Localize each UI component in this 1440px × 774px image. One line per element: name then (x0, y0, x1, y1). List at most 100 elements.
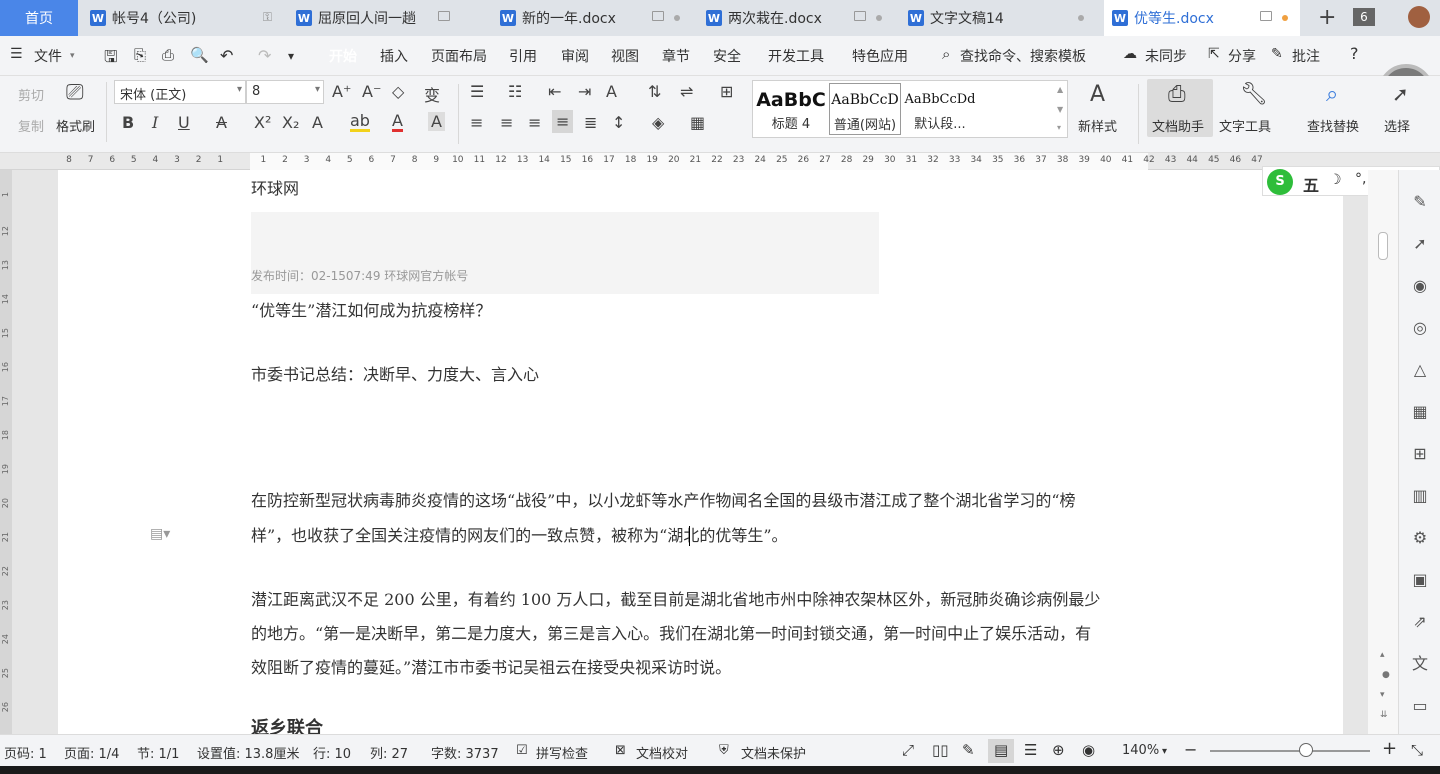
menu-file[interactable]: 文件 (34, 46, 62, 66)
align-left-icon[interactable]: ≡ (470, 113, 483, 132)
scroll-down-icon[interactable]: ▾ (1380, 690, 1385, 700)
menu-insert[interactable]: 插入 (380, 46, 408, 66)
shading-icon[interactable]: ◈ (652, 113, 664, 132)
command-search[interactable]: 查找命令、搜索模板 (960, 46, 1086, 66)
word-count[interactable]: 字数: 3737 (431, 743, 499, 762)
style-default-paragraph[interactable]: AaBbCcDd 默认段... (903, 83, 977, 135)
hamburger-icon[interactable]: ☰ (10, 46, 23, 62)
menu-chapter[interactable]: 章节 (662, 46, 690, 66)
fit-window-icon[interactable]: ⤡ (1411, 741, 1423, 759)
select-label[interactable]: 选择 (1384, 116, 1410, 135)
show-marks-icon[interactable]: ⇌ (680, 82, 693, 101)
text-tools-label[interactable]: 文字工具 (1219, 116, 1271, 135)
scroll-up-icon[interactable]: ▴ (1380, 650, 1385, 660)
print-icon[interactable]: ⎙ (162, 46, 174, 64)
gallery-more-icon[interactable]: ▾ (1057, 123, 1061, 132)
gallery-down-icon[interactable]: ▼ (1057, 105, 1063, 114)
phonetic-icon[interactable]: 变 (424, 82, 440, 106)
increase-indent-icon[interactable]: ⇥ (578, 82, 591, 101)
menu-review[interactable]: 审阅 (561, 46, 589, 66)
menu-start[interactable]: 开始 (329, 46, 357, 66)
punctuation-icon[interactable]: °, (1355, 171, 1366, 187)
tab-document-active[interactable]: W 优等生.docx (1104, 0, 1300, 36)
proofread-button[interactable]: 文档校对 (636, 743, 688, 762)
font-grow-icon[interactable]: A⁺ (332, 82, 351, 101)
help-icon[interactable]: ? (1350, 44, 1359, 63)
table-border-icon[interactable]: ⊞ (720, 82, 733, 101)
font-shrink-icon[interactable]: A⁻ (362, 82, 381, 101)
menu-view[interactable]: 视图 (611, 46, 639, 66)
print-preview-icon[interactable]: 🔍 (190, 46, 209, 64)
wrench-icon[interactable]: 🔧︎ (1240, 82, 1268, 107)
page-count[interactable]: 页面: 1/4 (64, 743, 119, 762)
col-info[interactable]: 列: 27 (370, 743, 408, 762)
tab-document[interactable]: W 文字文稿14 (900, 0, 1096, 36)
font-size-select[interactable]: 8 (246, 80, 324, 104)
comment-button[interactable]: 批注 (1292, 46, 1320, 66)
avatar[interactable] (1408, 6, 1430, 28)
outline-view-icon[interactable]: ☰ (1024, 741, 1037, 759)
menu-page-layout[interactable]: 页面布局 (431, 46, 487, 66)
sort-icon[interactable]: ⇅ (648, 82, 661, 101)
copy-label[interactable]: 复制 (18, 116, 44, 135)
read-mode-icon[interactable]: ▯▯ (932, 741, 949, 759)
search-icon[interactable]: ⌕ (942, 45, 950, 63)
vertical-ruler[interactable]: 1 12 13 14 15 16 17 18 19 20 21 22 23 24 25 26 (0, 170, 12, 734)
style-normal-web[interactable]: AaBbCcD 普通(网站) (829, 83, 901, 135)
moon-icon[interactable]: ☽ (1329, 172, 1342, 188)
justify-icon[interactable]: ≡ (552, 110, 574, 133)
strikethrough-icon[interactable]: A (216, 113, 227, 132)
table-icon[interactable]: ▦ (1410, 402, 1430, 422)
line-spacing-icon[interactable]: ↕ (612, 113, 625, 132)
sogou-ime-icon[interactable]: S (1267, 169, 1293, 195)
text-effect-icon[interactable]: A (312, 113, 323, 132)
zoom-slider-knob[interactable] (1299, 743, 1313, 757)
align-right-icon[interactable]: ≡ (528, 113, 541, 132)
redo-icon[interactable]: ↷ (258, 46, 271, 65)
font-color-icon[interactable]: A (392, 113, 403, 132)
share-button[interactable]: 分享 (1228, 46, 1256, 66)
chevron-down-icon[interactable]: ▾ (288, 49, 294, 63)
menu-developer[interactable]: 开发工具 (768, 46, 824, 66)
zoom-in-icon[interactable]: + (1382, 738, 1397, 759)
style-heading4[interactable]: AaBbC 标题 4 (755, 83, 827, 135)
zoom-out-icon[interactable]: − (1184, 740, 1197, 759)
distribute-icon[interactable]: ≣ (584, 113, 597, 132)
decrease-indent-icon[interactable]: ⇤ (548, 82, 561, 101)
bold-icon[interactable]: B (122, 113, 134, 132)
clear-format-icon[interactable]: ◇ (392, 82, 404, 101)
tab-document[interactable]: W 两次栽在.docx (698, 0, 894, 36)
chinese-layout-icon[interactable]: A (606, 82, 617, 101)
gallery-up-icon[interactable]: ▲ (1057, 85, 1063, 94)
format-painter-icon[interactable]: ⎚ (66, 80, 84, 105)
shapes-icon[interactable]: ◎ (1410, 318, 1430, 338)
page-down-icon[interactable]: ⇊ (1380, 710, 1388, 720)
paragraph-handle-icon[interactable]: ▤▾ (150, 526, 170, 542)
scrollbar-thumb[interactable] (1378, 232, 1388, 260)
font-name-select[interactable]: 宋体 (正文) (114, 80, 246, 104)
underline-icon[interactable]: U (178, 113, 190, 132)
menu-special-apps[interactable]: 特色应用 (852, 46, 908, 66)
zoom-slider[interactable] (1210, 750, 1370, 752)
highlight-icon[interactable]: ab (350, 113, 370, 132)
tab-home[interactable]: 首页 (0, 0, 78, 36)
select-browse-icon[interactable]: ● (1382, 670, 1390, 680)
subscript-icon[interactable]: X₂ (282, 113, 299, 132)
numbered-list-icon[interactable]: ☷ (508, 82, 522, 101)
spell-check-button[interactable]: 拼写检查 (536, 743, 588, 762)
tab-document[interactable]: W 新的一年.docx (492, 0, 692, 36)
image-icon[interactable]: ▣ (1410, 570, 1430, 590)
pointer-icon[interactable]: ➚ (1410, 234, 1430, 254)
ime-mode[interactable]: 五 (1303, 172, 1319, 196)
horizontal-ruler[interactable]: 8 7 6 5 4 3 2 1 1 2 3 4 5 6 7 8 9 10 11 12 13 14 15 16 17 18 19 20 2… (0, 153, 1440, 170)
superscript-icon[interactable]: X² (254, 113, 271, 132)
translate-icon[interactable]: 文 (1410, 654, 1430, 674)
align-center-icon[interactable]: ≡ (500, 113, 513, 132)
zoom-level[interactable]: 140% (1122, 743, 1159, 758)
format-painter-label[interactable]: 格式刷 (56, 116, 95, 135)
undo-icon[interactable]: ↶ (220, 46, 233, 65)
setting-value[interactable]: 设置值: 13.8厘米 (197, 743, 299, 762)
protect-status[interactable]: 文档未保护 (741, 743, 806, 762)
vertical-scrollbar[interactable]: ▴ ● ▾ ⇊ (1368, 170, 1398, 734)
menu-security[interactable]: 安全 (713, 46, 741, 66)
